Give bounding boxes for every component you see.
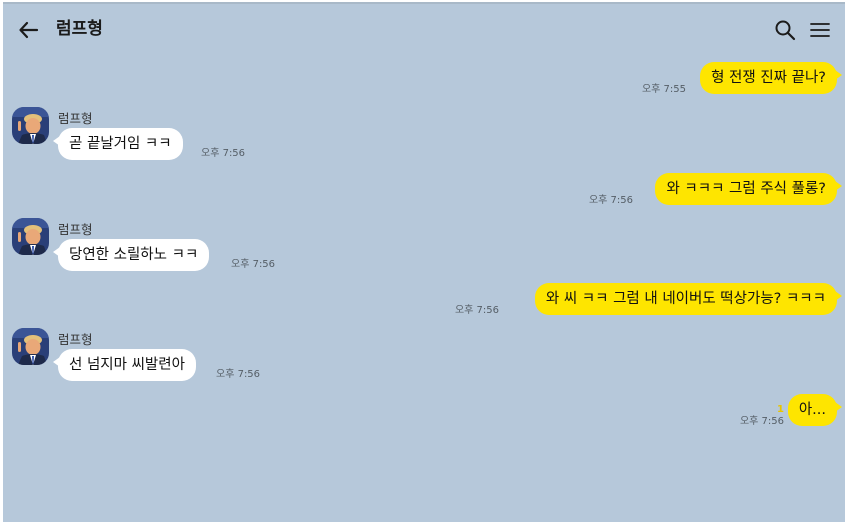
chat-window: 럼프형 오후 7:55 형 전쟁 진짜 끝나? 럼프형 곧 끝날거임 ㅋㅋ 오후… [3, 2, 845, 522]
search-button[interactable] [774, 19, 796, 41]
arrow-left-icon [19, 21, 39, 39]
outgoing-message-bubble[interactable]: 아... [787, 394, 843, 426]
avatar-icon [12, 218, 49, 255]
incoming-message-bubble[interactable]: 선 넘지마 씨발련아 [53, 349, 196, 381]
chat-title: 럼프형 [56, 19, 103, 39]
back-button[interactable] [17, 18, 41, 42]
message-time: 오후 7:56 [454, 305, 499, 316]
unread-count: 1 [777, 404, 784, 415]
sender-name: 럼프형 [58, 332, 93, 347]
message-time: 오후 7:56 [201, 148, 246, 159]
outgoing-message-bubble[interactable]: 와 씨 ㅋㅋ 그럼 내 네이버도 떡상가능? ㅋㅋㅋ [534, 283, 843, 315]
outgoing-message-bubble[interactable]: 형 전쟁 진짜 끝나? [700, 62, 842, 94]
avatar-icon [12, 328, 49, 365]
avatar[interactable] [12, 218, 49, 255]
sender-name: 럼프형 [58, 111, 93, 126]
avatar[interactable] [12, 107, 49, 144]
message-time: 오후 7:56 [216, 369, 261, 380]
message-time: 오후 7:56 [588, 195, 633, 206]
incoming-message-bubble[interactable]: 당연한 소릴하노 ㅋㅋ [52, 239, 210, 271]
hamburger-menu-icon [810, 23, 830, 37]
avatar-icon [12, 107, 49, 144]
message-time: 오후 7:56 [739, 416, 784, 427]
incoming-message-bubble[interactable]: 곧 끝날거임 ㅋㅋ [53, 128, 183, 160]
message-time: 오후 7:56 [231, 259, 276, 270]
outgoing-message-bubble[interactable]: 와 ㅋㅋㅋ 그럼 주식 풀롱? [655, 173, 842, 205]
message-time: 오후 7:55 [641, 84, 686, 95]
avatar[interactable] [12, 328, 49, 365]
chat-header: 럼프형 [3, 4, 845, 56]
search-icon [775, 20, 796, 41]
sender-name: 럼프형 [58, 222, 93, 237]
menu-button[interactable] [809, 19, 831, 41]
